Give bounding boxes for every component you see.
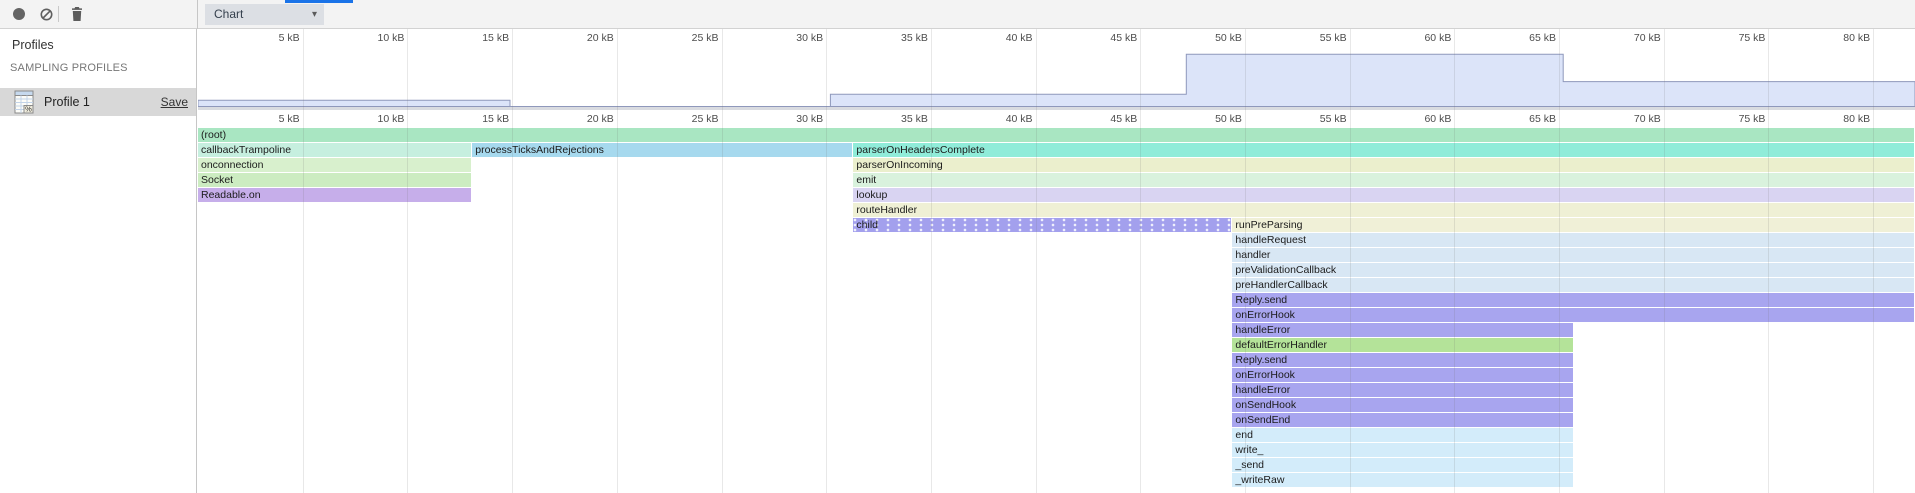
sampling-profiles-section-label: SAMPLING PROFILES	[10, 62, 128, 74]
ruler-tick-label: 20 kB	[554, 32, 614, 44]
flame-frame-handleerror[interactable]: handleError	[1232, 323, 1572, 337]
ruler-tick-label: 30 kB	[763, 113, 823, 125]
flame-frame-handleerror[interactable]: handleError	[1232, 383, 1572, 397]
flame-frame-reply-send[interactable]: Reply.send	[1232, 293, 1914, 307]
flame-frame-write[interactable]: write_	[1232, 443, 1572, 457]
flame-frames: (root)callbackTrampolineprocessTicksAndR…	[198, 128, 1915, 493]
flame-frame-prehandlercallback[interactable]: preHandlerCallback	[1232, 278, 1914, 292]
flame-frame-defaulterrorhandler[interactable]: defaultErrorHandler	[1232, 338, 1572, 352]
ruler-tick-label: 15 kB	[449, 113, 509, 125]
ruler-tick-label: 70 kB	[1601, 113, 1661, 125]
ruler-tick-label: 10 kB	[344, 113, 404, 125]
ruler-tick-label: 65 kB	[1496, 32, 1556, 44]
block-icon	[40, 8, 53, 21]
profile-item[interactable]: % Profile 1 Save	[0, 88, 196, 116]
active-tab-indicator	[285, 0, 353, 3]
ruler-tick-label: 50 kB	[1182, 32, 1242, 44]
chart-view-select-value: Chart	[214, 7, 243, 21]
flame-frame-callbacktrampoline[interactable]: callbackTrampoline	[198, 143, 471, 157]
ruler-tick-label: 45 kB	[1077, 32, 1137, 44]
flame-frame-onsendend[interactable]: onSendEnd	[1232, 413, 1572, 427]
flame-frame-send[interactable]: _send	[1232, 458, 1572, 472]
ruler-tick-label: 40 kB	[973, 113, 1033, 125]
ruler-tick-label: 55 kB	[1287, 32, 1347, 44]
trash-icon	[71, 7, 83, 21]
ruler-tick-label: 40 kB	[973, 32, 1033, 44]
memory-overview[interactable]	[198, 46, 1915, 107]
ruler-tick-label: 45 kB	[1077, 113, 1137, 125]
flame-frame-lookup[interactable]: lookup	[853, 188, 1914, 202]
ruler-tick-label: 75 kB	[1705, 32, 1765, 44]
flame-frame-writeraw[interactable]: _writeRaw	[1232, 473, 1572, 487]
flame-frame-readable-on[interactable]: Readable.on	[198, 188, 471, 202]
ruler-tick-label: 25 kB	[658, 113, 718, 125]
ruler-tick-label: 20 kB	[554, 113, 614, 125]
ruler-top: 5 kB 10 kB 15 kB 20 kB 25 kB 30 kB 35 kB 40 kB 4…	[198, 29, 1915, 46]
ruler-tick-label: 25 kB	[658, 32, 718, 44]
flame-frame-parseronheaderscomplete[interactable]: parserOnHeadersComplete	[853, 143, 1914, 157]
overview-svg	[198, 46, 1915, 107]
flame-frame-handlerequest[interactable]: handleRequest	[1232, 233, 1914, 247]
profile-icon: %	[14, 90, 35, 114]
ruler-tick-label: 55 kB	[1287, 113, 1347, 125]
save-profile-link[interactable]: Save	[161, 95, 188, 109]
flame-frame-onerrorhook[interactable]: onErrorHook	[1232, 368, 1572, 382]
flame-frame-runpreparsing[interactable]: runPreParsing	[1232, 218, 1914, 232]
record-circle-icon	[13, 8, 25, 20]
flame-frame-child[interactable]: child	[853, 218, 1231, 232]
ruler-tick-label: 5 kB	[240, 32, 300, 44]
profile-name: Profile 1	[44, 95, 90, 109]
flame-frame-onconnection[interactable]: onconnection	[198, 158, 471, 172]
flame-frame-onerrorhook[interactable]: onErrorHook	[1232, 308, 1914, 322]
ruler-tick-label: 60 kB	[1391, 113, 1451, 125]
ruler-tick-label: 30 kB	[763, 32, 823, 44]
overview-shape	[198, 54, 1915, 106]
flame-frame-onsendhook[interactable]: onSendHook	[1232, 398, 1572, 412]
memory-profiler-panel: Chart ▾ Profiles SAMPLING PROFILES % Pro…	[0, 0, 1915, 493]
delete-profile-button[interactable]	[64, 0, 90, 28]
toolbar-separator	[58, 6, 59, 22]
flame-frame-parseronincoming[interactable]: parserOnIncoming	[853, 158, 1914, 172]
ruler-tick-label: 10 kB	[344, 32, 404, 44]
flame-chart-area: 5 kB 10 kB 15 kB 20 kB 25 kB 30 kB 35 kB 40 kB 4…	[198, 29, 1915, 493]
flame-frame-reply-send[interactable]: Reply.send	[1232, 353, 1572, 367]
record-button[interactable]	[6, 0, 32, 28]
flame-frame-end[interactable]: end	[1232, 428, 1572, 442]
toolbar: Chart ▾	[0, 0, 1915, 29]
ruler-tick-label: 35 kB	[868, 32, 928, 44]
chevron-down-icon: ▾	[312, 4, 317, 25]
ruler-tick-label: 60 kB	[1391, 32, 1451, 44]
panel-divider	[197, 0, 198, 29]
flame-frame-processticksandrejections[interactable]: processTicksAndRejections	[472, 143, 852, 157]
ruler-bottom: 5 kB 10 kB 15 kB 20 kB 25 kB 30 kB 35 kB 40 kB 4…	[198, 110, 1915, 127]
flame-frame-socket[interactable]: Socket	[198, 173, 471, 187]
ruler-tick-label: 80 kB	[1810, 32, 1870, 44]
sidebar: Profiles SAMPLING PROFILES % Profile 1 S…	[0, 29, 197, 493]
ruler-tick-label: 35 kB	[868, 113, 928, 125]
ruler-tick-label: 15 kB	[449, 32, 509, 44]
ruler-tick-label: 5 kB	[240, 113, 300, 125]
clear-all-button[interactable]	[33, 0, 59, 28]
ruler-tick-label: 70 kB	[1601, 32, 1661, 44]
flame-frame-root[interactable]: (root)	[198, 128, 1914, 142]
sidebar-title: Profiles	[12, 38, 54, 52]
flame-frame-emit[interactable]: emit	[853, 173, 1914, 187]
flame-frame-routehandler[interactable]: routeHandler	[853, 203, 1914, 217]
ruler-tick-label: 50 kB	[1182, 113, 1242, 125]
chart-view-select[interactable]: Chart ▾	[205, 4, 324, 25]
ruler-tick-label: 75 kB	[1705, 113, 1765, 125]
ruler-tick-label: 80 kB	[1810, 113, 1870, 125]
ruler-tick-label: 65 kB	[1496, 113, 1556, 125]
svg-text:%: %	[25, 105, 32, 114]
flame-frame-prevalidationcallback[interactable]: preValidationCallback	[1232, 263, 1914, 277]
flame-frame-handler[interactable]: handler	[1232, 248, 1914, 262]
